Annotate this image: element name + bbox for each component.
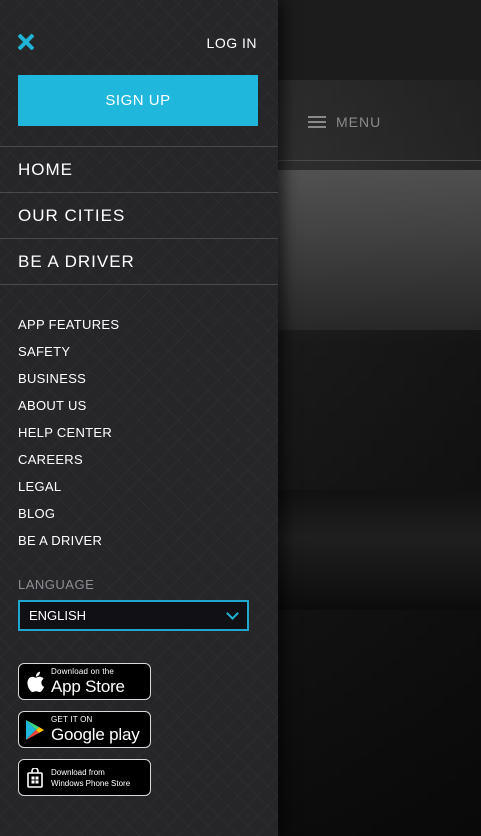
google-play-line2: Google play [51, 725, 140, 744]
link-app-features[interactable]: APP FEATURES [18, 311, 119, 338]
link-about-us[interactable]: ABOUT US [18, 392, 119, 419]
login-link[interactable]: LOG IN [207, 35, 257, 51]
nav-item-home[interactable]: HOME [0, 146, 278, 192]
google-play-badge[interactable]: GET IT ON Google play [18, 711, 151, 748]
link-help-center[interactable]: HELP CENTER [18, 419, 119, 446]
link-blog[interactable]: BLOG [18, 500, 119, 527]
side-drawer: LOG IN SIGN UP HOME OUR CITIES BE A DRIV… [0, 0, 278, 836]
primary-nav: HOME OUR CITIES BE A DRIVER [0, 146, 278, 285]
link-business[interactable]: BUSINESS [18, 365, 119, 392]
close-icon[interactable] [16, 32, 36, 52]
menu-label: MENU [336, 114, 382, 130]
chevron-down-icon [226, 607, 239, 620]
nav-item-our-cities[interactable]: OUR CITIES [0, 192, 278, 238]
link-legal[interactable]: LEGAL [18, 473, 119, 500]
app-store-line1: Download on the [51, 667, 115, 676]
signup-button[interactable]: SIGN UP [18, 75, 258, 126]
language-select[interactable]: ENGLISH [18, 600, 249, 631]
nav-item-be-a-driver[interactable]: BE A DRIVER [0, 238, 278, 285]
menu-button[interactable]: MENU [308, 114, 381, 130]
link-careers[interactable]: CAREERS [18, 446, 119, 473]
hamburger-icon [308, 116, 326, 128]
secondary-nav: APP FEATURES SAFETY BUSINESS ABOUT US HE… [18, 311, 119, 554]
app-store-badge[interactable]: Download on the App Store [18, 663, 151, 700]
link-be-a-driver[interactable]: BE A DRIVER [18, 527, 119, 554]
google-play-icon [19, 712, 51, 747]
google-play-line1: GET IT ON [51, 715, 93, 724]
windows-phone-line1: Download from [51, 767, 105, 777]
divider [278, 160, 481, 161]
language-label: LANGUAGE [18, 577, 95, 592]
windows-store-icon [19, 760, 51, 795]
link-safety[interactable]: SAFETY [18, 338, 119, 365]
windows-phone-badge[interactable]: Download from Windows Phone Store [18, 759, 151, 796]
language-selected-value: ENGLISH [29, 608, 87, 623]
apple-icon [19, 664, 51, 699]
windows-phone-line2: Windows Phone Store [51, 778, 131, 788]
app-store-line2: App Store [51, 677, 125, 696]
